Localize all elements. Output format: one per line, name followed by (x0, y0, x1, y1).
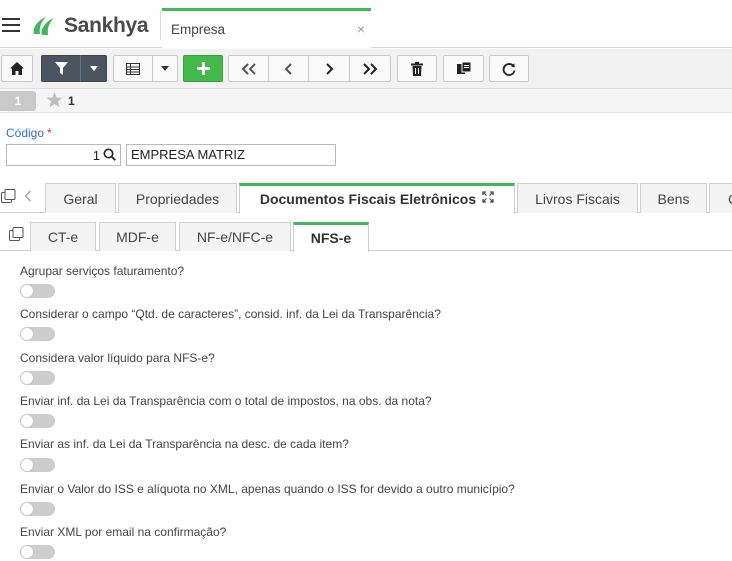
app-header: Sankhya Empresa × (0, 0, 732, 48)
tab-more[interactable]: C (709, 183, 732, 213)
sub-tabs: CT-e MDF-e NF-e/NFC-e NFS-e (0, 220, 732, 252)
grid-icon (126, 62, 140, 75)
trash-icon (411, 61, 423, 76)
last-record-button[interactable] (349, 55, 391, 82)
toggle-agrupar-servicos[interactable] (20, 284, 55, 298)
toggle-xml-email[interactable] (20, 545, 55, 559)
subtab-nfe-nfce[interactable]: NF-e/NFC-e (179, 222, 291, 251)
record-navigation-row: 1 1 (0, 89, 732, 113)
subtab-mdfe[interactable]: MDF-e (99, 222, 176, 251)
last-record-icon (363, 62, 378, 75)
first-record-icon (241, 62, 256, 75)
search-icon[interactable] (103, 148, 116, 164)
tab-documentos-label: Documentos Fiscais Eletrônicos (259, 191, 477, 207)
copy-record-button[interactable] (443, 55, 484, 82)
add-icon (196, 62, 210, 75)
codigo-label-text: Código (6, 126, 45, 140)
home-button[interactable] (1, 55, 33, 82)
record-number-badge[interactable]: 1 (0, 91, 36, 111)
close-icon[interactable]: × (357, 21, 365, 37)
refresh-icon (502, 62, 516, 76)
chevron-left-icon[interactable] (24, 190, 32, 205)
tab-geral[interactable]: Geral (45, 183, 116, 213)
option-label-considerar-qtd-caracteres: Considerar o campo “Qtd. de caracteres”,… (20, 307, 441, 321)
option-label-agrupar-servicos: Agrupar serviços faturamento? (20, 264, 185, 278)
copy-icon[interactable] (9, 227, 24, 245)
brand-name: Sankhya (64, 14, 149, 37)
toggle-lei-transparencia-obs[interactable] (20, 414, 55, 428)
copy-record-icon (456, 62, 471, 74)
logo: Sankhya (30, 14, 149, 38)
subtab-cte[interactable]: CT-e (30, 222, 96, 251)
chevron-down-icon (89, 66, 98, 71)
option-label-valor-iss-xml: Enviar o Valor do ISS e alíquota no XML,… (20, 482, 515, 496)
home-icon (10, 62, 24, 75)
previous-record-icon (284, 62, 292, 75)
subtab-nfse[interactable]: NFS-e (293, 222, 369, 252)
option-label-lei-transparencia-obs: Enviar inf. da Lei da Transparência com … (20, 394, 432, 408)
option-label-valor-liquido: Considera valor líquido para NFS-e? (20, 351, 215, 365)
first-record-button[interactable] (228, 55, 269, 82)
previous-record-button[interactable] (268, 55, 309, 82)
required-mark: * (47, 126, 52, 140)
tab-empresa-label: Empresa (171, 22, 226, 37)
grid-view-button[interactable] (113, 55, 153, 82)
toolbar (0, 49, 732, 89)
toggle-valor-liquido[interactable] (20, 371, 55, 385)
codigo-input[interactable]: 1 (6, 144, 121, 166)
header-divider (160, 10, 161, 40)
option-label-lei-transparencia-item: Enviar as inf. da Lei da Transparência n… (20, 437, 349, 451)
grid-dropdown-button[interactable] (152, 55, 178, 82)
refresh-button[interactable] (489, 55, 529, 82)
add-button[interactable] (183, 55, 223, 82)
codigo-label: Código * (6, 126, 52, 140)
tab-propriedades[interactable]: Propriedades (118, 183, 237, 213)
delete-button[interactable] (397, 55, 437, 82)
copy-icon[interactable] (1, 189, 16, 207)
tab-documentos-fiscais-eletronicos[interactable]: Documentos Fiscais Eletrônicos (239, 183, 515, 214)
sankhya-logo-icon (30, 14, 60, 38)
filter-button[interactable] (41, 55, 81, 82)
filter-dropdown-button[interactable] (80, 55, 107, 82)
tab-empresa[interactable]: Empresa × (162, 8, 371, 48)
toggle-considerar-qtd-caracteres[interactable] (20, 327, 55, 341)
tab-livros-fiscais[interactable]: Livros Fiscais (517, 183, 638, 213)
codigo-value: 1 (92, 148, 100, 163)
option-label-xml-email: Enviar XML por email na confirmação? (20, 525, 227, 539)
filter-icon (54, 62, 68, 75)
expand-icon[interactable] (482, 185, 494, 212)
menu-icon[interactable] (2, 18, 20, 32)
toggle-valor-iss-xml[interactable] (20, 502, 55, 516)
next-record-icon (325, 62, 333, 75)
tab-bens[interactable]: Bens (640, 183, 707, 213)
favorites-count: 1 (68, 94, 75, 108)
empresa-description-field[interactable]: EMPRESA MATRIZ (126, 144, 336, 166)
next-record-button[interactable] (308, 55, 350, 82)
toggle-lei-transparencia-item[interactable] (20, 458, 55, 472)
star-icon[interactable] (46, 92, 63, 111)
main-tabs: Geral Propriedades Documentos Fiscais El… (0, 181, 732, 214)
chevron-down-icon (161, 66, 169, 71)
